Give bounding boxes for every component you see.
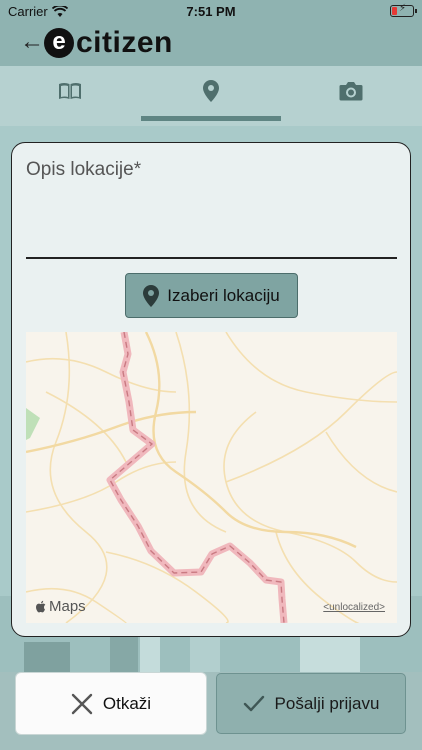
status-time: 7:51 PM (186, 4, 236, 19)
book-icon (59, 83, 81, 99)
camera-icon (339, 82, 363, 101)
logo-text: citizen (76, 26, 173, 59)
location-description-label: Opis lokacije* (26, 159, 142, 180)
location-form-card: Opis lokacije* Izaberi lokaciju Maps <un… (11, 142, 411, 637)
location-pin-icon (203, 80, 219, 102)
status-bar: Carrier 7:51 PM ⚡ (0, 0, 422, 22)
submit-report-button[interactable]: Pošalji prijavu (216, 673, 406, 734)
tab-photo[interactable] (331, 78, 371, 104)
cancel-label: Otkaži (102, 693, 152, 713)
checkmark-icon (243, 695, 264, 711)
tab-location[interactable] (191, 78, 231, 104)
maps-brand-label: Maps (49, 598, 86, 615)
app-logo: e citizen (44, 26, 173, 60)
choose-location-button[interactable]: Izaberi lokaciju (125, 273, 298, 318)
map-legal-link[interactable]: <unlocalized> (323, 602, 385, 613)
close-icon (71, 693, 93, 714)
logo-e-mark: e (44, 28, 74, 58)
tab-description[interactable] (50, 78, 90, 104)
apple-maps-logo: Maps (36, 598, 86, 615)
choose-location-label: Izaberi lokaciju (167, 285, 280, 305)
apple-icon (36, 600, 46, 613)
battery-icon: ⚡ (390, 3, 417, 17)
cancel-button[interactable]: Otkaži (16, 673, 206, 734)
back-arrow-icon[interactable]: ← (20, 30, 44, 54)
submit-report-label: Pošalji prijavu (274, 693, 380, 713)
tab-bar (0, 66, 422, 126)
map-roads (26, 332, 397, 623)
app-header: ← e citizen (0, 22, 422, 66)
input-underline (26, 257, 397, 259)
location-description-input[interactable] (26, 193, 397, 255)
map-view[interactable]: Maps <unlocalized> (26, 332, 397, 623)
active-tab-indicator (141, 116, 281, 121)
location-pin-icon (143, 284, 160, 307)
